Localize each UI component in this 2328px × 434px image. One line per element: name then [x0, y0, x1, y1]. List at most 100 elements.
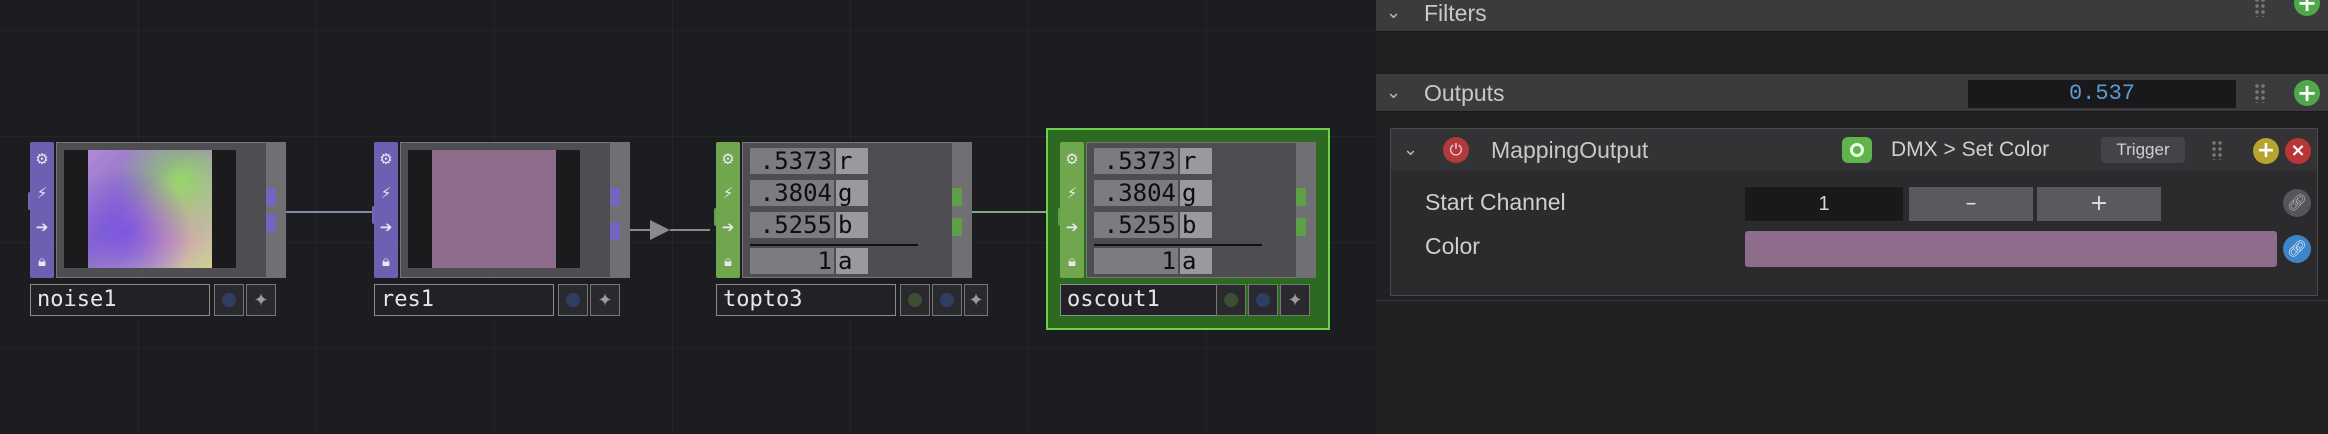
- cook-flag[interactable]: [1216, 284, 1246, 316]
- channel-value: .5255: [750, 212, 834, 238]
- drag-grip-icon[interactable]: [2254, 83, 2266, 103]
- operator-noise1[interactable]: ⚙ ⚡ ➔ 🔒︎ noise1 ✦: [28, 142, 286, 318]
- output-connector[interactable]: [1296, 218, 1306, 236]
- cook-flag[interactable]: [900, 284, 930, 316]
- channel-value: .3804: [750, 180, 834, 206]
- add-output-button[interactable]: +: [2294, 80, 2320, 106]
- channel-value: 1: [1094, 248, 1178, 274]
- add-filter-button[interactable]: +: [2294, 0, 2320, 16]
- power-icon[interactable]: ⏻: [1443, 137, 1469, 163]
- dot-icon: [940, 293, 954, 307]
- output-value-display: 0.537: [1968, 80, 2236, 108]
- mapping-header[interactable]: ⌄ ⏻ MappingOutput DMX > Set Color Trigge…: [1391, 129, 2317, 171]
- gear-icon[interactable]: ⚙: [1061, 148, 1083, 170]
- channel-name: b: [836, 212, 868, 238]
- channel-name: r: [836, 148, 868, 174]
- mapping-action[interactable]: DMX > Set Color: [1891, 129, 2049, 171]
- noise-image: [88, 150, 212, 268]
- resize-handle[interactable]: [1296, 142, 1316, 278]
- operator-strip: ⚙ ⚡ ➔ 🔒︎: [30, 142, 54, 278]
- lock-icon[interactable]: 🔒︎: [717, 250, 739, 272]
- lock-icon[interactable]: 🔒︎: [1061, 250, 1083, 272]
- bypass-flag[interactable]: ✦: [246, 284, 276, 316]
- output-connector[interactable]: [266, 214, 276, 232]
- link-icon[interactable]: 🔗︎: [2283, 189, 2311, 217]
- drag-grip-icon[interactable]: [2254, 0, 2266, 17]
- dot-icon: [1256, 293, 1270, 307]
- mapping-name: MappingOutput: [1491, 137, 1649, 163]
- operator-name[interactable]: topto3: [716, 284, 896, 316]
- bolt-icon[interactable]: ⚡: [1061, 182, 1083, 204]
- operator-strip: ⚙ ⚡ ➔ 🔒︎: [716, 142, 740, 278]
- bypass-flag[interactable]: ✦: [590, 284, 620, 316]
- decrement-button[interactable]: –: [1909, 187, 2033, 221]
- viewer-flag[interactable]: [932, 284, 962, 316]
- operator-res1[interactable]: ⚙ ⚡ ➔ 🔒︎ res1 ✦: [372, 142, 630, 318]
- channel-row: .5255 b: [1094, 212, 1266, 238]
- output-connector[interactable]: [266, 188, 276, 206]
- channel-row: .3804 g: [1094, 180, 1266, 206]
- lock-icon[interactable]: 🔒︎: [375, 250, 397, 272]
- bypass-flag[interactable]: ✦: [1280, 284, 1310, 316]
- dot-icon: [566, 293, 580, 307]
- operator-strip: ⚙ ⚡ ➔ 🔒︎: [374, 142, 398, 278]
- channel-row: .3804 g: [750, 180, 922, 206]
- viewer-flag[interactable]: [1248, 284, 1278, 316]
- viewer-flag[interactable]: [558, 284, 588, 316]
- arrow-right-icon[interactable]: ➔: [1061, 216, 1083, 238]
- gear-icon[interactable]: ⚙: [31, 148, 53, 170]
- bypass-flag[interactable]: ✦: [964, 284, 988, 316]
- channel-row: .5373 r: [750, 148, 922, 174]
- chevron-down-icon[interactable]: ⌄: [1386, 0, 1401, 32]
- resize-handle[interactable]: [266, 142, 286, 278]
- resize-handle[interactable]: [610, 142, 630, 278]
- network-editor[interactable]: ⚙ ⚡ ➔ 🔒︎ noise1 ✦ ⚙ ⚡ ➔ 🔒︎ res1 ✦ ⚙ ⚡ ➔ …: [0, 0, 1376, 434]
- increment-button[interactable]: +: [2037, 187, 2161, 221]
- operator-oscout1[interactable]: ⚙ ⚡ ➔ 🔒︎ .5373 r .3804 g .5255 b 1 a osc…: [1058, 142, 1316, 318]
- channel-name: b: [1180, 212, 1212, 238]
- channel-row: .5255 b: [750, 212, 922, 238]
- output-connector[interactable]: [952, 218, 962, 236]
- arrow-right-icon[interactable]: ➔: [375, 216, 397, 238]
- star-icon: ✦: [968, 289, 984, 311]
- filters-section-header[interactable]: ⌄ Filters +: [1376, 0, 2328, 32]
- bolt-icon[interactable]: ⚡: [375, 182, 397, 204]
- star-icon: ✦: [253, 289, 269, 311]
- operator-name[interactable]: oscout1: [1060, 284, 1240, 316]
- color-swatch[interactable]: [1745, 231, 2277, 267]
- target-icon[interactable]: [1842, 137, 1872, 163]
- arrow-right-icon[interactable]: ➔: [717, 216, 739, 238]
- channel-name: a: [1180, 248, 1212, 274]
- output-connector[interactable]: [610, 222, 620, 240]
- chevron-down-icon[interactable]: ⌄: [1386, 74, 1401, 112]
- viewer-flag[interactable]: [214, 284, 244, 316]
- channel-row: .5373 r: [1094, 148, 1266, 174]
- output-connector[interactable]: [952, 188, 962, 206]
- start-channel-input[interactable]: 1: [1745, 187, 1903, 221]
- trigger-button[interactable]: Trigger: [2101, 137, 2185, 163]
- noise-viewer: [64, 150, 236, 268]
- bolt-icon[interactable]: ⚡: [717, 182, 739, 204]
- gear-icon[interactable]: ⚙: [717, 148, 739, 170]
- channel-separator: [1094, 244, 1262, 246]
- drag-grip-icon[interactable]: [2211, 140, 2223, 160]
- bolt-icon[interactable]: ⚡: [31, 182, 53, 204]
- operator-topto3[interactable]: ⚙ ⚡ ➔ 🔒︎ .5373 r .3804 g .5255 b 1 a top…: [714, 142, 988, 318]
- operator-name[interactable]: res1: [374, 284, 554, 316]
- chevron-down-icon[interactable]: ⌄: [1403, 129, 1418, 171]
- output-connector[interactable]: [1296, 188, 1306, 206]
- lock-icon[interactable]: 🔒︎: [31, 250, 53, 272]
- resize-handle[interactable]: [952, 142, 972, 278]
- operator-name[interactable]: noise1: [30, 284, 210, 316]
- dot-icon: [908, 293, 922, 307]
- res-viewer: [408, 150, 580, 268]
- add-mapping-button[interactable]: +: [2253, 138, 2279, 164]
- gear-icon[interactable]: ⚙: [375, 148, 397, 170]
- output-connector[interactable]: [610, 188, 620, 206]
- flat-color-image: [432, 150, 556, 268]
- link-icon[interactable]: 🔗︎: [2283, 235, 2311, 263]
- remove-mapping-button[interactable]: ×: [2285, 138, 2311, 164]
- channel-name: r: [1180, 148, 1212, 174]
- channel-name: g: [836, 180, 868, 206]
- arrow-right-icon[interactable]: ➔: [31, 216, 53, 238]
